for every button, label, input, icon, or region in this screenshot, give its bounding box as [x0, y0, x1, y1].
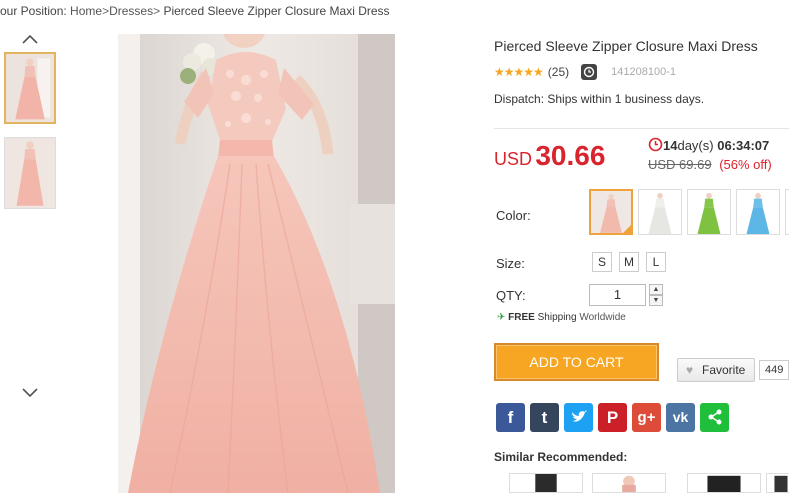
favorite-count: 449 — [759, 360, 789, 380]
color-swatch-blue[interactable] — [736, 189, 780, 235]
selected-check-icon — [623, 225, 631, 233]
heart-icon: ♥ — [686, 363, 694, 377]
countdown-days: 14 — [663, 138, 678, 153]
size-option-m[interactable]: M — [619, 252, 639, 272]
price-row: USD 30.66 — [494, 140, 605, 172]
old-price-row: USD 69.69 (56% off) — [648, 157, 772, 172]
share-icon[interactable] — [700, 403, 729, 432]
size-option-s[interactable]: S — [592, 252, 612, 272]
breadcrumb-current: Pierced Sleeve Zipper Closure Maxi Dress — [163, 4, 390, 18]
rating-row: ★★★★★ (25) 141208100-1 — [494, 64, 676, 80]
qty-increase-button[interactable]: ▲ — [649, 284, 663, 295]
similar-product-thumbnail[interactable] — [766, 473, 789, 493]
sale-countdown: 14day(s) 06:34:07 — [648, 137, 769, 153]
product-title: Pierced Sleeve Zipper Closure Maxi Dress — [494, 38, 758, 54]
google-plus-share-icon[interactable]: g+ — [632, 403, 661, 432]
main-product-image[interactable] — [118, 34, 395, 493]
color-swatch-white[interactable] — [638, 189, 682, 235]
color-swatch-pink[interactable] — [589, 189, 633, 235]
similar-recommended-heading: Similar Recommended: — [494, 450, 628, 464]
chevron-down-icon[interactable] — [20, 386, 40, 400]
color-swatch-more[interactable] — [785, 189, 789, 235]
clock-icon — [581, 64, 598, 80]
product-thumbnail[interactable] — [4, 52, 56, 124]
dispatch-info: Dispatch: Ships within 1 business days. — [494, 92, 705, 106]
tumblr-share-icon[interactable]: t — [530, 403, 559, 432]
twitter-share-icon[interactable] — [564, 403, 593, 432]
rating-stars: ★★★★★ — [494, 65, 544, 79]
similar-product-thumbnail[interactable] — [687, 473, 761, 493]
countdown-days-label: day(s) — [677, 138, 714, 153]
qty-decrease-button[interactable]: ▼ — [649, 295, 663, 306]
review-count-link[interactable]: (25) — [548, 65, 569, 79]
similar-product-thumbnail[interactable] — [592, 473, 666, 493]
discount-percent: (56% off) — [719, 157, 772, 172]
quantity-input[interactable]: 1 — [589, 284, 646, 306]
free-shipping-note: ✈ FREE Shipping Worldwide — [497, 312, 626, 323]
shipping-scope: Worldwide — [579, 312, 626, 323]
breadcrumb-category-link[interactable]: Dresses — [109, 4, 153, 18]
breadcrumb: our Position: Home>Dresses> Pierced Slee… — [0, 4, 390, 18]
price-currency: USD — [494, 149, 533, 169]
favorite-label: Favorite — [702, 363, 746, 377]
divider — [494, 128, 789, 129]
free-shipping-label: FREE — [508, 312, 535, 323]
shipping-text: Shipping — [537, 312, 577, 323]
breadcrumb-home-link[interactable]: Home — [70, 4, 102, 18]
similar-product-thumbnail[interactable] — [509, 473, 583, 493]
plane-icon: ✈ — [497, 312, 506, 323]
breadcrumb-prefix: our Position: — [0, 4, 67, 18]
sale-price: 30.66 — [535, 140, 606, 171]
size-label: Size: — [496, 256, 525, 271]
pinterest-share-icon[interactable]: P — [598, 403, 627, 432]
countdown-time: 06:34:07 — [717, 138, 770, 153]
vk-share-icon[interactable]: vk — [666, 403, 695, 432]
alarm-clock-icon — [648, 137, 663, 152]
original-price: USD 69.69 — [648, 157, 712, 172]
product-sku: 141208100-1 — [611, 66, 676, 78]
color-swatch-green[interactable] — [687, 189, 731, 235]
add-to-cart-button[interactable]: ADD TO CART — [494, 343, 659, 381]
facebook-share-icon[interactable]: f — [496, 403, 525, 432]
breadcrumb-separator: > — [153, 4, 161, 18]
product-thumbnail[interactable] — [4, 137, 56, 209]
chevron-up-icon[interactable] — [20, 32, 40, 46]
color-label: Color: — [496, 208, 531, 223]
size-option-l[interactable]: L — [646, 252, 666, 272]
favorite-button[interactable]: ♥ Favorite — [677, 358, 755, 382]
qty-label: QTY: — [496, 288, 526, 303]
